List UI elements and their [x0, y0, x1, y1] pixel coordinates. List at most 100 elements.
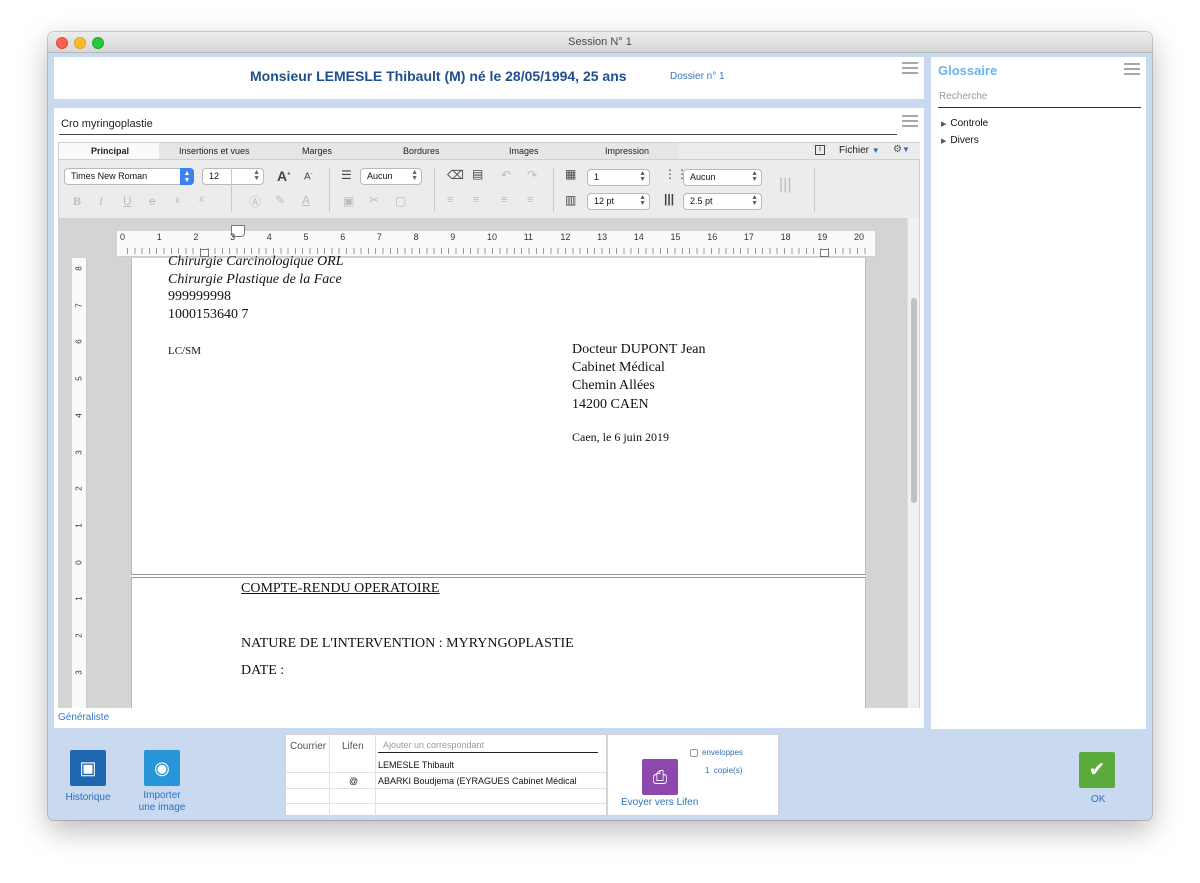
glossaire-panel: Glossaire Recherche ▶ Controle ▶ Divers — [931, 57, 1146, 729]
glossaire-item-label: Controle — [950, 118, 989, 129]
subscript-icon[interactable]: x — [175, 195, 180, 206]
info-icon[interactable]: i — [815, 145, 825, 155]
import-label-line2: une image — [138, 802, 186, 813]
align-right-icon[interactable]: ≡ — [501, 194, 507, 206]
correspondent-name[interactable]: ABARKI Boudjema (EYRAGUES Cabinet Médica… — [378, 776, 604, 786]
enveloppes-checkbox[interactable] — [690, 748, 698, 757]
app-window: Session N° 1 Monsieur LEMESLE Thibault (… — [48, 32, 1152, 820]
correspondents-table: Courrier Lifen Ajouter un correspondant … — [285, 734, 607, 817]
formatting-toolbar: Times New Roman ▲ ▼ 12 ▲ ▼ A+ A- ☰ Aucun ▲… — [58, 160, 920, 218]
tab-marges[interactable]: Marges — [302, 146, 332, 156]
disclosure-triangle-icon[interactable]: ▶ — [941, 121, 946, 128]
copy-icon[interactable]: ▢ — [395, 194, 406, 208]
document-menu-icon[interactable] — [902, 115, 918, 127]
tab-bordures[interactable]: Bordures — [403, 146, 440, 156]
copies-count[interactable]: 1 — [705, 766, 709, 775]
ok-button[interactable]: ✔ — [1079, 752, 1115, 788]
list-style-select[interactable]: Aucun ▲ ▼ — [360, 168, 422, 185]
toolbar-separator — [329, 168, 330, 212]
gear-icon[interactable]: ⚙▼ — [893, 144, 910, 155]
column-header-lifen: Lifen — [342, 741, 364, 752]
eraser-icon[interactable]: ⌫ — [447, 168, 464, 182]
tab-images[interactable]: Images — [509, 146, 539, 156]
historique-icon: ▣ — [70, 750, 106, 786]
send-lifen-label[interactable]: Evoyer vers Lifen — [621, 797, 698, 808]
disclosure-triangle-icon[interactable]: ▶ — [941, 138, 946, 145]
list-icon[interactable]: ☰ — [341, 168, 352, 182]
printer-icon[interactable]: ⎙ — [642, 759, 678, 795]
fichier-menu[interactable]: Fichier ▼ — [839, 145, 880, 156]
paste-icon[interactable]: ▣ — [343, 194, 354, 208]
row-divider — [286, 803, 606, 804]
tab-insertions[interactable]: Insertions et vues — [179, 146, 250, 156]
select-all-icon[interactable]: ▤ — [472, 167, 483, 181]
align-left-icon[interactable]: ≡ — [447, 194, 453, 206]
superscript-icon[interactable]: x — [199, 194, 204, 205]
stepper-icon: ▲ ▼ — [253, 169, 260, 182]
italic-icon[interactable]: I — [99, 194, 103, 209]
historique-button[interactable]: ▣ Historique — [60, 750, 116, 803]
column-divider — [329, 735, 330, 817]
dossier-number[interactable]: Dossier n° 1 — [670, 71, 725, 82]
document-panel: Cro myringoplastie Principal Insertions … — [54, 108, 924, 728]
editor-area[interactable] — [58, 218, 920, 708]
import-image-button[interactable]: ◉ Importer une image — [132, 750, 192, 814]
scissors-icon[interactable]: ✂ — [369, 193, 379, 207]
font-size-select[interactable]: 12 ▲ ▼ — [202, 168, 264, 185]
align-center-icon[interactable]: ≡ — [473, 194, 479, 206]
chevron-down-icon: ▼ — [871, 146, 880, 155]
glossaire-search-input[interactable]: Recherche — [939, 91, 987, 102]
font-size-value: 12 — [209, 171, 220, 181]
minimize-window-button[interactable] — [74, 37, 86, 49]
scroll-thumb[interactable] — [911, 298, 917, 503]
text-effect-icon[interactable]: Ⓐ — [249, 193, 261, 210]
add-correspondent-input[interactable]: Ajouter un correspondant — [383, 740, 484, 750]
copies-option[interactable]: 1 copie(s) — [705, 766, 742, 775]
header-menu-icon[interactable] — [902, 62, 918, 74]
column-divider — [375, 735, 376, 817]
font-family-value: Times New Roman — [71, 171, 148, 181]
border-width-select[interactable]: 2.5 pt ▲ ▼ — [683, 193, 762, 210]
import-label-line1: Importer — [143, 790, 181, 801]
border-width-icon[interactable]: ||| — [664, 192, 674, 206]
bold-icon[interactable]: B — [73, 194, 81, 209]
historique-label: Historique — [65, 792, 111, 803]
correspondent-name[interactable]: LEMESLE Thibault — [378, 760, 604, 770]
stepper-icon: ▲ ▼ — [751, 194, 758, 207]
document-title[interactable]: Cro myringoplastie — [61, 118, 153, 130]
tab-impression[interactable]: Impression — [605, 146, 649, 156]
ok-label[interactable]: OK — [1091, 794, 1105, 805]
enveloppes-option[interactable]: enveloppes — [690, 748, 743, 757]
line-spacing-icon[interactable]: ▦ — [565, 167, 576, 181]
column-icon[interactable]: ||| — [779, 176, 791, 194]
justify-icon[interactable]: ≡ — [527, 194, 533, 206]
border-style-select[interactable]: Aucun ▲ ▼ — [683, 169, 762, 186]
font-family-select[interactable]: Times New Roman ▲ ▼ — [64, 168, 194, 185]
glossaire-menu-icon[interactable] — [1124, 63, 1140, 75]
decrease-font-icon[interactable]: A- — [304, 171, 313, 182]
stepper-icon: ▲ ▼ — [639, 170, 646, 183]
list-style-value: Aucun — [367, 171, 393, 181]
text-color-icon[interactable]: A — [302, 193, 310, 207]
line-spacing-select[interactable]: 1 ▲ ▼ — [587, 169, 650, 186]
specialty-label[interactable]: Généraliste — [58, 712, 109, 723]
undo-icon[interactable]: ↶ — [501, 168, 511, 182]
patient-name: Monsieur LEMESLE Thibault (M) né le 28/0… — [250, 68, 627, 84]
increase-font-icon[interactable]: A+ — [277, 168, 291, 184]
paragraph-spacing-select[interactable]: 12 pt ▲ ▼ — [587, 193, 650, 210]
tab-principal[interactable]: Principal — [91, 146, 129, 156]
paragraph-spacing-icon[interactable]: ▥ — [565, 193, 576, 207]
fichier-label: Fichier — [839, 145, 870, 156]
glossaire-item-divers[interactable]: ▶ Divers — [941, 135, 979, 146]
border-style-value: Aucun — [690, 172, 716, 182]
strikethrough-icon[interactable]: e — [149, 194, 156, 208]
redo-icon[interactable]: ↷ — [527, 168, 537, 182]
glossaire-item-controle[interactable]: ▶ Controle — [941, 118, 988, 129]
highlight-icon[interactable]: ✎ — [275, 193, 285, 207]
close-window-button[interactable] — [56, 37, 68, 49]
border-width-value: 2.5 pt — [690, 196, 713, 206]
row-lifen-flag: @ — [349, 776, 359, 786]
underline-icon[interactable]: U — [123, 194, 132, 208]
zoom-window-button[interactable] — [92, 37, 104, 49]
editor-scrollbar[interactable] — [907, 218, 919, 708]
